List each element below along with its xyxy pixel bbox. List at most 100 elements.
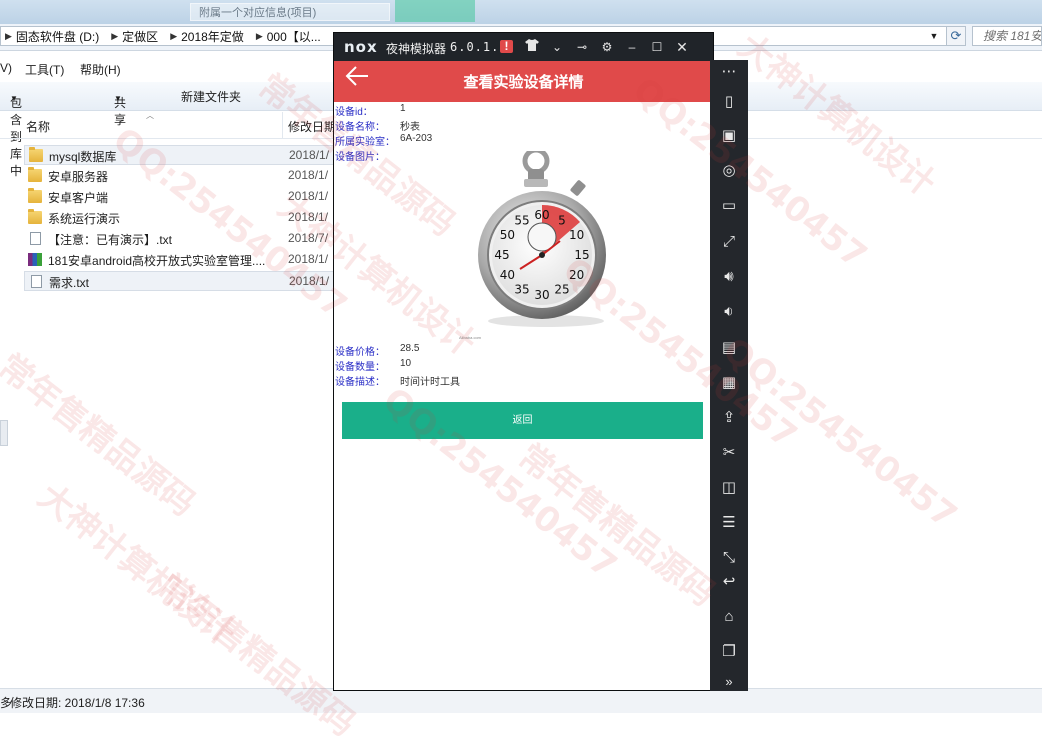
field-label: 设备id： xyxy=(335,107,373,118)
breadcrumb-item[interactable]: 定做区 xyxy=(118,28,166,45)
volume-up-icon[interactable]: 🔊︎ xyxy=(710,265,748,289)
app-bar: 查看实验设备详情 xyxy=(334,61,713,102)
search-input[interactable]: 搜索 181安 xyxy=(972,26,1042,46)
stopwatch-number: 30 xyxy=(534,288,549,302)
field-value: 10 xyxy=(400,358,412,369)
emulator-title-bar[interactable]: nox 夜神模拟器 6.0.1.1 ! ⌄ ⊸ ⚙ – ☐ ✕ xyxy=(334,33,713,61)
sort-up-icon: ︿ xyxy=(146,111,154,120)
shirt-icon[interactable] xyxy=(524,39,540,55)
field-value: 时间计时工具 xyxy=(400,377,460,388)
chevron-right-icon: ▶ xyxy=(111,30,119,41)
chevron-down-icon[interactable]: ⌄ xyxy=(549,39,565,55)
stopwatch-number: 50 xyxy=(500,228,515,242)
status-modified-date: 修改日期: 2018/1/8 17:36 xyxy=(10,696,145,710)
stopwatch-number: 40 xyxy=(500,268,515,282)
file-row[interactable]: 【注意：已有演示】.txt 2018/7/ xyxy=(24,229,334,249)
gear-icon[interactable]: ⚙ xyxy=(599,39,615,55)
background-tab[interactable]: 附属一个对应信息(项目) xyxy=(190,3,390,21)
field-value: 秒表 xyxy=(400,122,420,133)
menu-tools[interactable]: 工具(T) xyxy=(25,61,64,78)
breadcrumb-item[interactable]: 固态软件盘 (D:) xyxy=(12,28,107,45)
resize-icon[interactable]: ⤡ xyxy=(710,546,748,570)
volume-down-icon[interactable]: 🔉︎ xyxy=(710,300,748,324)
more-icon[interactable]: ⋯ xyxy=(710,60,748,84)
breadcrumb-item[interactable]: 000【以... xyxy=(263,28,329,45)
file-name: 181安卓android高校开放式实验室管理.... xyxy=(48,254,266,268)
background-tab-green[interactable] xyxy=(395,0,475,22)
macro-icon[interactable]: ▦ xyxy=(710,371,748,395)
expand-icon[interactable]: » xyxy=(710,670,748,694)
file-row[interactable]: mysql数据库 2018/1/ xyxy=(24,145,334,165)
file-date: 2018/1/ xyxy=(288,168,329,182)
text-file-icon xyxy=(30,232,41,245)
new-folder-button[interactable]: 新建文件夹 xyxy=(181,88,241,105)
fullscreen-icon[interactable]: ⤢ xyxy=(710,230,748,254)
file-row[interactable]: 安卓服务器 2018/1/ xyxy=(24,166,334,186)
menu-icon[interactable]: ☰ xyxy=(710,511,748,535)
left-scroll-handle[interactable] xyxy=(0,420,8,446)
file-date: 2018/1/ xyxy=(288,189,329,203)
keyboard-icon[interactable]: ▤ xyxy=(710,336,748,360)
text-file-icon xyxy=(31,275,42,288)
chevron-down-icon: ▼ xyxy=(114,94,122,103)
status-bar: 多 修改日期: 2018/1/8 17:36 xyxy=(0,688,1042,713)
address-dropdown-icon[interactable]: ▼ xyxy=(924,26,944,46)
stopwatch-number: 15 xyxy=(574,248,589,262)
android-home-icon[interactable]: ⌂ xyxy=(710,605,748,629)
folder-icon xyxy=(28,209,42,224)
shake-phone-icon[interactable]: ▯ xyxy=(710,90,748,114)
file-name: 需求.txt xyxy=(49,276,90,290)
column-divider[interactable] xyxy=(282,112,283,138)
pin-icon[interactable]: ⊸ xyxy=(574,39,590,55)
file-row[interactable]: 系统运行演示 2018/1/ xyxy=(24,208,334,228)
back-button[interactable]: 返回 xyxy=(342,402,703,439)
stopwatch-number: 5 xyxy=(558,213,566,227)
field-value: 6A-203 xyxy=(400,133,433,144)
multi-window-icon[interactable]: ◫ xyxy=(710,476,748,500)
nox-logo: nox xyxy=(344,38,378,56)
menu-help[interactable]: 帮助(H) xyxy=(80,61,121,78)
column-header-name[interactable]: 名称 xyxy=(26,118,50,135)
watermark-text: 常年售精品源码 xyxy=(0,346,203,525)
field-label: 设备图片： xyxy=(335,152,385,163)
file-row[interactable]: 需求.txt 2018/1/ xyxy=(24,271,334,291)
file-row[interactable]: 安卓客户端 2018/1/ xyxy=(24,187,334,207)
chevron-right-icon: ▶ xyxy=(170,30,178,41)
scissors-icon[interactable]: ✂ xyxy=(710,441,748,465)
file-name: 系统运行演示 xyxy=(48,212,121,226)
apk-icon[interactable]: ⇪ xyxy=(710,406,748,430)
stopwatch-number: 35 xyxy=(514,283,529,297)
refresh-icon[interactable]: ⟳ xyxy=(946,26,966,46)
page-title: 查看实验设备详情 xyxy=(463,74,584,91)
stopwatch-number: 45 xyxy=(494,248,509,262)
chevron-right-icon: ▶ xyxy=(255,30,263,41)
location-icon[interactable]: ◎ xyxy=(710,159,748,183)
chevron-down-icon: ▼ xyxy=(10,94,18,103)
file-date: 2018/1/ xyxy=(288,210,329,224)
stopwatch-number: 20 xyxy=(569,268,584,282)
file-row[interactable]: 181安卓android高校开放式实验室管理.... 2018/1/ xyxy=(24,250,334,270)
file-name: 安卓客户端 xyxy=(48,191,109,205)
field-label: 所属实验室： xyxy=(335,137,395,148)
menu-view[interactable]: V) xyxy=(0,61,12,75)
field-label: 设备名称： xyxy=(335,122,385,133)
emulator-window: nox 夜神模拟器 6.0.1.1 ! ⌄ ⊸ ⚙ – ☐ ✕ 查看实验设备详情… xyxy=(333,32,714,691)
folder-icon xyxy=(28,167,42,182)
field-label: 设备描述： xyxy=(335,377,385,388)
screen-icon[interactable]: ▭ xyxy=(710,194,748,218)
emulator-name: 夜神模拟器 xyxy=(386,42,447,56)
robot-icon[interactable]: ▣ xyxy=(710,124,748,148)
android-back-icon[interactable]: ↩ xyxy=(710,570,748,594)
breadcrumb-item[interactable]: 2018年定做 xyxy=(177,28,252,45)
minimize-icon[interactable]: – xyxy=(624,39,640,55)
close-icon[interactable]: ✕ xyxy=(674,39,690,55)
file-name: mysql数据库 xyxy=(49,150,117,164)
maximize-icon[interactable]: ☐ xyxy=(649,39,665,55)
alert-icon[interactable]: ! xyxy=(500,40,513,53)
chevron-right-icon: ▶ xyxy=(5,30,12,41)
android-recents-icon[interactable]: ❐ xyxy=(710,640,748,664)
column-header-date[interactable]: 修改日期 xyxy=(288,118,336,135)
field-label: 设备数量： xyxy=(335,362,385,373)
stopwatch-number: 10 xyxy=(569,228,584,242)
field-value: 28.5 xyxy=(400,343,420,354)
